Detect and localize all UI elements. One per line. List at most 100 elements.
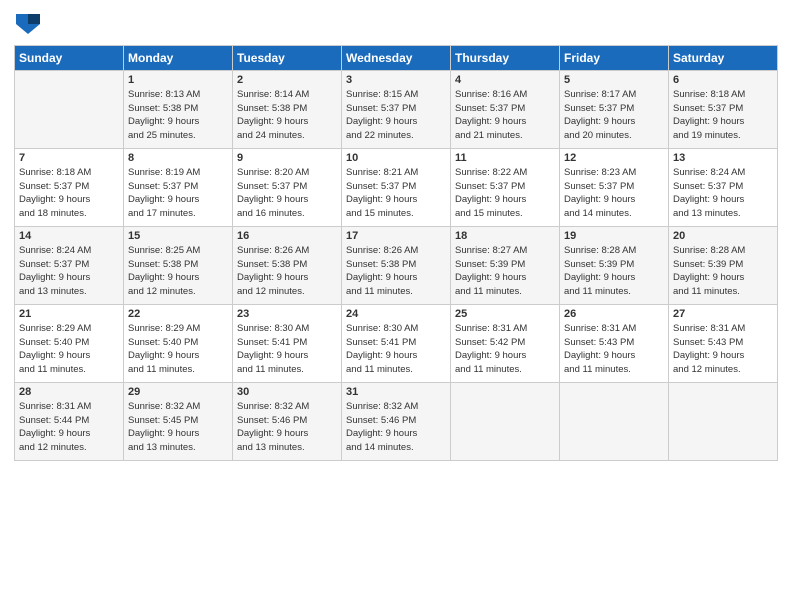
day-number: 19 <box>564 230 664 242</box>
calendar-cell: 6 Sunrise: 8:18 AM Sunset: 5:37 PM Daylig… <box>669 70 778 148</box>
page-container: SundayMondayTuesdayWednesdayThursdayFrid… <box>0 0 792 612</box>
calendar-cell: 23Sunrise: 8:30 AM Sunset: 5:41 PM Dayli… <box>233 304 342 382</box>
calendar-cell: 22Sunrise: 8:29 AM Sunset: 5:40 PM Dayli… <box>124 304 233 382</box>
day-number: 25 <box>455 308 555 320</box>
day-number: 6 <box>673 74 773 86</box>
day-number: 14 <box>19 230 119 242</box>
cell-info: Sunrise: 8:26 AM Sunset: 5:38 PM Dayligh… <box>346 244 446 299</box>
calendar-cell: 17 Sunrise: 8:26 AM Sunset: 5:38 PM Dayli… <box>342 226 451 304</box>
calendar-cell <box>560 382 669 460</box>
day-number: 7 <box>19 152 119 164</box>
cell-info: Sunrise: 8:16 AM Sunset: 5:37 PM Dayligh… <box>455 88 555 143</box>
calendar-cell: 28 Sunrise: 8:31 AM Sunset: 5:44 PM Dayli… <box>15 382 124 460</box>
cell-info: Sunrise: 8:31 AM Sunset: 5:43 PM Dayligh… <box>673 322 773 377</box>
cell-info: Sunrise: 8:28 AM Sunset: 5:39 PM Dayligh… <box>564 244 664 299</box>
calendar-cell: 27Sunrise: 8:31 AM Sunset: 5:43 PM Dayli… <box>669 304 778 382</box>
header <box>14 10 778 39</box>
week-row-1: 7 Sunrise: 8:18 AM Sunset: 5:37 PM Daylig… <box>15 148 778 226</box>
cell-info: Sunrise: 8:17 AM Sunset: 5:37 PM Dayligh… <box>564 88 664 143</box>
day-number: 20 <box>673 230 773 242</box>
logo <box>14 14 40 39</box>
day-number: 13 <box>673 152 773 164</box>
cell-info: Sunrise: 8:19 AM Sunset: 5:37 PM Dayligh… <box>128 166 228 221</box>
day-number: 18 <box>455 230 555 242</box>
cell-info: Sunrise: 8:27 AM Sunset: 5:39 PM Dayligh… <box>455 244 555 299</box>
weekday-header-friday: Friday <box>560 45 669 70</box>
day-number: 30 <box>237 386 337 398</box>
calendar-cell: 1 Sunrise: 8:13 AM Sunset: 5:38 PM Daylig… <box>124 70 233 148</box>
day-number: 4 <box>455 74 555 86</box>
day-number: 2 <box>237 74 337 86</box>
logo-text <box>14 14 40 39</box>
cell-info: Sunrise: 8:24 AM Sunset: 5:37 PM Dayligh… <box>19 244 119 299</box>
calendar-cell: 25 Sunrise: 8:31 AM Sunset: 5:42 PM Dayli… <box>451 304 560 382</box>
calendar-cell: 19 Sunrise: 8:28 AM Sunset: 5:39 PM Dayli… <box>560 226 669 304</box>
cell-info: Sunrise: 8:25 AM Sunset: 5:38 PM Dayligh… <box>128 244 228 299</box>
cell-info: Sunrise: 8:13 AM Sunset: 5:38 PM Dayligh… <box>128 88 228 143</box>
cell-info: Sunrise: 8:32 AM Sunset: 5:45 PM Dayligh… <box>128 400 228 455</box>
day-number: 29 <box>128 386 228 398</box>
day-number: 9 <box>237 152 337 164</box>
day-number: 10 <box>346 152 446 164</box>
day-number: 26 <box>564 308 664 320</box>
cell-info: Sunrise: 8:30 AM Sunset: 5:41 PM Dayligh… <box>237 322 337 377</box>
weekday-header-wednesday: Wednesday <box>342 45 451 70</box>
calendar-cell: 14 Sunrise: 8:24 AM Sunset: 5:37 PM Dayli… <box>15 226 124 304</box>
day-number: 17 <box>346 230 446 242</box>
day-number: 22 <box>128 308 228 320</box>
calendar-cell: 12 Sunrise: 8:23 AM Sunset: 5:37 PM Dayli… <box>560 148 669 226</box>
calendar-cell: 3Sunrise: 8:15 AM Sunset: 5:37 PM Daylig… <box>342 70 451 148</box>
cell-info: Sunrise: 8:23 AM Sunset: 5:37 PM Dayligh… <box>564 166 664 221</box>
calendar-cell: 7 Sunrise: 8:18 AM Sunset: 5:37 PM Daylig… <box>15 148 124 226</box>
calendar-cell: 29 Sunrise: 8:32 AM Sunset: 5:45 PM Dayli… <box>124 382 233 460</box>
day-number: 12 <box>564 152 664 164</box>
day-number: 16 <box>237 230 337 242</box>
calendar-cell: 15 Sunrise: 8:25 AM Sunset: 5:38 PM Dayli… <box>124 226 233 304</box>
cell-info: Sunrise: 8:31 AM Sunset: 5:44 PM Dayligh… <box>19 400 119 455</box>
day-number: 11 <box>455 152 555 164</box>
calendar-cell: 16 Sunrise: 8:26 AM Sunset: 5:38 PM Dayli… <box>233 226 342 304</box>
calendar-cell: 24Sunrise: 8:30 AM Sunset: 5:41 PM Dayli… <box>342 304 451 382</box>
calendar-cell: 8 Sunrise: 8:19 AM Sunset: 5:37 PM Daylig… <box>124 148 233 226</box>
day-number: 28 <box>19 386 119 398</box>
calendar-table: SundayMondayTuesdayWednesdayThursdayFrid… <box>14 45 778 461</box>
weekday-header-saturday: Saturday <box>669 45 778 70</box>
week-row-2: 14 Sunrise: 8:24 AM Sunset: 5:37 PM Dayli… <box>15 226 778 304</box>
cell-info: Sunrise: 8:28 AM Sunset: 5:39 PM Dayligh… <box>673 244 773 299</box>
calendar-cell: 2 Sunrise: 8:14 AM Sunset: 5:38 PM Daylig… <box>233 70 342 148</box>
cell-info: Sunrise: 8:18 AM Sunset: 5:37 PM Dayligh… <box>19 166 119 221</box>
calendar-cell <box>451 382 560 460</box>
cell-info: Sunrise: 8:18 AM Sunset: 5:37 PM Dayligh… <box>673 88 773 143</box>
calendar-cell: 31 Sunrise: 8:32 AM Sunset: 5:46 PM Dayli… <box>342 382 451 460</box>
calendar-cell <box>669 382 778 460</box>
cell-info: Sunrise: 8:32 AM Sunset: 5:46 PM Dayligh… <box>346 400 446 455</box>
cell-info: Sunrise: 8:29 AM Sunset: 5:40 PM Dayligh… <box>19 322 119 377</box>
cell-info: Sunrise: 8:26 AM Sunset: 5:38 PM Dayligh… <box>237 244 337 299</box>
day-number: 1 <box>128 74 228 86</box>
cell-info: Sunrise: 8:22 AM Sunset: 5:37 PM Dayligh… <box>455 166 555 221</box>
week-row-0: 1 Sunrise: 8:13 AM Sunset: 5:38 PM Daylig… <box>15 70 778 148</box>
calendar-cell: 20 Sunrise: 8:28 AM Sunset: 5:39 PM Dayli… <box>669 226 778 304</box>
calendar-cell: 5 Sunrise: 8:17 AM Sunset: 5:37 PM Daylig… <box>560 70 669 148</box>
weekday-header-sunday: Sunday <box>15 45 124 70</box>
cell-info: Sunrise: 8:31 AM Sunset: 5:42 PM Dayligh… <box>455 322 555 377</box>
day-number: 15 <box>128 230 228 242</box>
calendar-cell: 4 Sunrise: 8:16 AM Sunset: 5:37 PM Daylig… <box>451 70 560 148</box>
cell-info: Sunrise: 8:20 AM Sunset: 5:37 PM Dayligh… <box>237 166 337 221</box>
calendar-cell: 26Sunrise: 8:31 AM Sunset: 5:43 PM Dayli… <box>560 304 669 382</box>
calendar-cell: 10 Sunrise: 8:21 AM Sunset: 5:37 PM Dayli… <box>342 148 451 226</box>
weekday-header-thursday: Thursday <box>451 45 560 70</box>
cell-info: Sunrise: 8:21 AM Sunset: 5:37 PM Dayligh… <box>346 166 446 221</box>
week-row-4: 28 Sunrise: 8:31 AM Sunset: 5:44 PM Dayli… <box>15 382 778 460</box>
calendar-cell: 9 Sunrise: 8:20 AM Sunset: 5:37 PM Daylig… <box>233 148 342 226</box>
cell-info: Sunrise: 8:24 AM Sunset: 5:37 PM Dayligh… <box>673 166 773 221</box>
calendar-cell: 18 Sunrise: 8:27 AM Sunset: 5:39 PM Dayli… <box>451 226 560 304</box>
day-number: 8 <box>128 152 228 164</box>
cell-info: Sunrise: 8:14 AM Sunset: 5:38 PM Dayligh… <box>237 88 337 143</box>
day-number: 3 <box>346 74 446 86</box>
logo-icon <box>16 14 40 34</box>
day-number: 31 <box>346 386 446 398</box>
day-number: 24 <box>346 308 446 320</box>
calendar-cell: 30Sunrise: 8:32 AM Sunset: 5:46 PM Dayli… <box>233 382 342 460</box>
day-number: 5 <box>564 74 664 86</box>
